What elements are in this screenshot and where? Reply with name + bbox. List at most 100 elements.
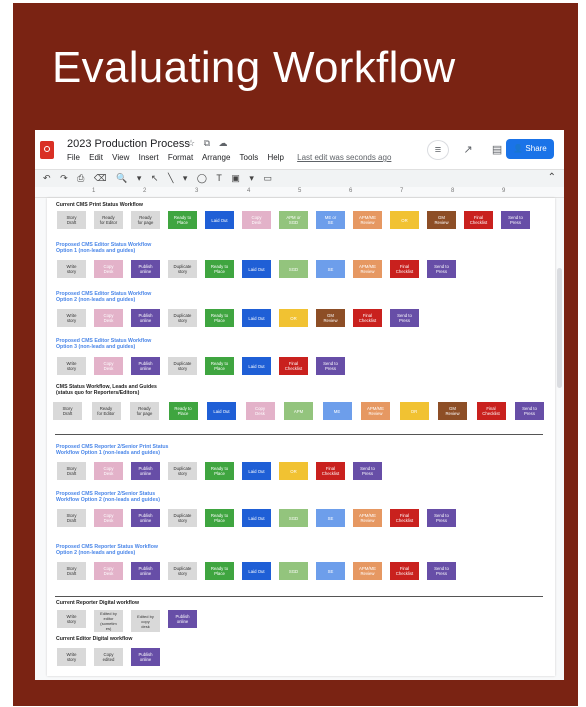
workflow-step-box[interactable]: Copy Desk: [94, 357, 123, 375]
workflow-step-box[interactable]: Send to Press: [353, 462, 382, 480]
workflow-step-box[interactable]: APM/ME Review: [361, 402, 390, 420]
workflow-step-box[interactable]: Final Checklist: [476, 402, 506, 420]
workflow-step-box[interactable]: Final Checklist: [279, 357, 308, 375]
zoom-icon[interactable]: 🔍: [116, 173, 127, 183]
workflow-step-box[interactable]: Ready to Place: [205, 260, 234, 278]
workflow-step-box[interactable]: GM Review: [427, 211, 456, 229]
workflow-step-box[interactable]: Final Checklist: [390, 260, 419, 278]
document-title[interactable]: 2023 Production Process: [67, 138, 190, 150]
slide-page[interactable]: Current CMS Print Status Workflow Story D…: [47, 198, 555, 676]
workflow-step-box[interactable]: Duplicate story: [168, 462, 197, 480]
workflow-step-box[interactable]: Publish online: [131, 648, 160, 666]
workflow-step-box[interactable]: Write story: [57, 309, 86, 327]
move-folder-icon[interactable]: ⧉: [204, 138, 210, 148]
workflow-step-box[interactable]: Ready to Place: [205, 509, 234, 527]
workflow-step-box[interactable]: APM or SGD: [279, 211, 308, 229]
workflow-step-box[interactable]: Story Draft: [53, 402, 82, 420]
workflow-step-box[interactable]: Duplicate story: [168, 509, 197, 527]
workflow-step-box[interactable]: Write story: [57, 610, 86, 628]
select-icon[interactable]: ↖: [151, 173, 159, 183]
menu-help[interactable]: Help: [267, 153, 283, 162]
workflow-step-box[interactable]: GM Review: [316, 309, 345, 327]
workflow-step-box[interactable]: APM/ME Review: [353, 509, 382, 527]
workflow-step-box[interactable]: Laid Out: [207, 402, 236, 420]
workflow-step-box[interactable]: Copy Desk: [242, 211, 271, 229]
workflow-step-box[interactable]: GM Review: [438, 402, 467, 420]
workflow-step-box[interactable]: Story Draft: [57, 509, 86, 527]
workflow-step-box[interactable]: Laid Out: [242, 462, 271, 480]
workflow-step-box[interactable]: Publish online: [168, 610, 197, 628]
shape-icon[interactable]: ◯: [197, 173, 207, 183]
workflow-step-box[interactable]: Final Checklist: [464, 211, 493, 229]
workflow-step-box[interactable]: Send to Press: [501, 211, 530, 229]
workflow-step-box[interactable]: Copy Desk: [94, 309, 123, 327]
workflow-step-box[interactable]: Send to Press: [316, 357, 345, 375]
workflow-step-box[interactable]: Duplicate story: [168, 260, 197, 278]
image-icon[interactable]: ▣: [231, 173, 240, 183]
workflow-step-box[interactable]: Publish online: [131, 509, 160, 527]
workflow-step-box[interactable]: APM/ME Review: [353, 260, 382, 278]
menu-file[interactable]: File: [67, 153, 80, 162]
workflow-step-box[interactable]: Copy Desk: [245, 402, 275, 420]
workflow-step-box[interactable]: Write story: [57, 357, 86, 375]
workflow-step-box[interactable]: Publish online: [131, 260, 160, 278]
trend-icon[interactable]: ↗: [458, 143, 478, 156]
workflow-step-box[interactable]: Ready to Place: [205, 562, 234, 580]
slides-logo-icon[interactable]: [40, 141, 54, 159]
comment-add-icon[interactable]: ▭: [263, 173, 272, 183]
workflow-step-box[interactable]: Duplicate story: [168, 309, 197, 327]
workflow-step-box[interactable]: Ready for Editor: [91, 402, 121, 420]
print-icon[interactable]: ⎙: [77, 173, 84, 183]
workflow-step-box[interactable]: Send to Press: [427, 509, 456, 527]
workflow-step-box[interactable]: ME or SE: [316, 211, 345, 229]
workflow-step-box[interactable]: Ready for page: [130, 402, 159, 420]
workflow-step-box[interactable]: Publish online: [131, 309, 160, 327]
call-icon[interactable]: ≡: [427, 140, 449, 160]
last-edit-link[interactable]: Last edit was seconds ago: [297, 153, 391, 162]
workflow-step-box[interactable]: Ready to Place: [168, 402, 198, 420]
workflow-step-box[interactable]: Publish online: [131, 357, 160, 375]
scrollbar[interactable]: [557, 268, 562, 388]
workflow-step-box[interactable]: Duplicate story: [168, 562, 197, 580]
workflow-step-box[interactable]: Publish online: [131, 462, 160, 480]
line-dropdown-icon[interactable]: ▾: [183, 173, 188, 183]
workflow-step-box[interactable]: Final Checklist: [316, 462, 345, 480]
menu-insert[interactable]: Insert: [139, 153, 159, 162]
workflow-step-box[interactable]: OR: [390, 211, 419, 229]
workflow-step-box[interactable]: SE: [316, 509, 345, 527]
workflow-step-box[interactable]: Story Draft: [57, 462, 86, 480]
image-dropdown-icon[interactable]: ▾: [249, 173, 254, 183]
workflow-step-box[interactable]: Laid Out: [242, 357, 271, 375]
paint-format-icon[interactable]: ⌫: [94, 173, 107, 183]
workflow-step-box[interactable]: Copy Desk: [94, 462, 123, 480]
workflow-step-box[interactable]: Send to Press: [515, 402, 544, 420]
menu-view[interactable]: View: [112, 153, 129, 162]
workflow-step-box[interactable]: Laid Out: [242, 509, 271, 527]
workflow-step-box[interactable]: SE: [316, 562, 345, 580]
menu-format[interactable]: Format: [168, 153, 193, 162]
workflow-step-box[interactable]: Send to Press: [427, 260, 456, 278]
workflow-step-box[interactable]: Publish online: [131, 562, 160, 580]
workflow-step-box[interactable]: Final Checklist: [390, 509, 419, 527]
workflow-step-box[interactable]: Ready for page: [131, 211, 160, 229]
workflow-step-box[interactable]: Ready to Place: [205, 309, 234, 327]
workflow-step-box[interactable]: Story Draft: [57, 562, 86, 580]
workflow-step-box[interactable]: OR: [279, 462, 308, 480]
workflow-step-box[interactable]: Copy Desk: [94, 260, 123, 278]
workflow-step-box[interactable]: Final Checklist: [390, 562, 419, 580]
redo-icon[interactable]: ↷: [60, 173, 68, 183]
comments-icon[interactable]: ▤: [487, 143, 507, 156]
workflow-step-box[interactable]: SGD: [279, 260, 308, 278]
workflow-step-box[interactable]: Copy Desk: [94, 562, 123, 580]
workflow-step-box[interactable]: Laid Out: [242, 562, 271, 580]
workflow-step-box[interactable]: Laid Out: [205, 211, 234, 229]
workflow-step-box[interactable]: Laid Out: [242, 260, 271, 278]
workflow-step-box[interactable]: Write story: [57, 648, 86, 666]
workflow-step-box[interactable]: Story Draft: [57, 211, 86, 229]
workflow-step-box[interactable]: Final Checklist: [353, 309, 382, 327]
menu-tools[interactable]: Tools: [240, 153, 259, 162]
workflow-step-box[interactable]: Edited by editor (sometim es): [94, 610, 123, 632]
workflow-step-box[interactable]: Duplicate story: [168, 357, 197, 375]
zoom-dropdown-icon[interactable]: ▾: [137, 173, 142, 183]
workflow-step-box[interactable]: SGD: [279, 562, 308, 580]
